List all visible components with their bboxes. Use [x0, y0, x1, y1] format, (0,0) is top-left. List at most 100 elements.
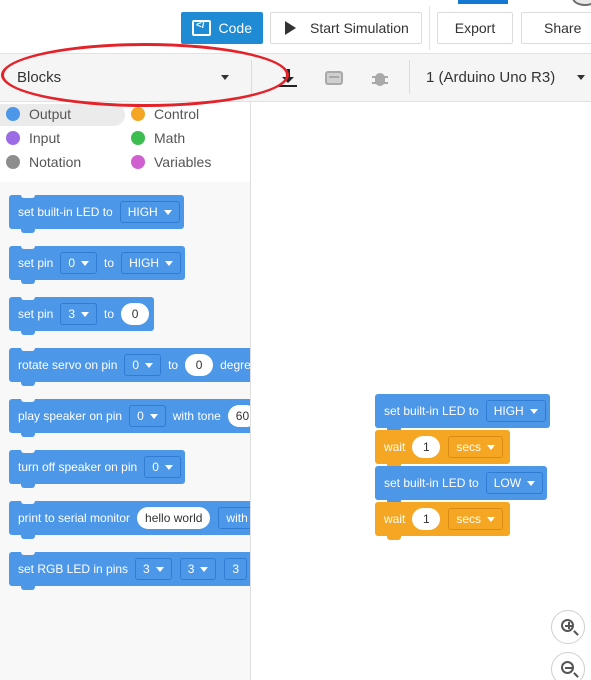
tinkercad-code-editor: Code Start Simulation Export Share Block… — [0, 0, 591, 680]
code-button[interactable]: Code — [181, 12, 263, 44]
message-input[interactable]: hello world — [137, 507, 211, 529]
share-button[interactable]: Share — [521, 12, 591, 44]
category-control[interactable]: Control — [131, 106, 199, 122]
block-turn-off-speaker[interactable]: turn off speaker on pin 0 — [9, 449, 185, 488]
led-state-dropdown[interactable]: HIGH — [485, 400, 546, 422]
script-wait-1[interactable]: wait 1 secs — [375, 430, 510, 468]
led-state-dropdown[interactable]: LOW — [485, 472, 544, 494]
value-input[interactable]: 0 — [121, 303, 150, 325]
wait-duration-input[interactable]: 1 — [412, 436, 441, 458]
debugger-bug-icon — [372, 69, 388, 87]
blocks-palette: Output Control Input Math Notation Varia… — [0, 102, 251, 680]
category-variables[interactable]: Variables — [131, 154, 211, 170]
code-canvas[interactable]: set built-in LED to HIGH wait 1 secs set… — [252, 102, 591, 680]
script-set-builtin-led-low[interactable]: set built-in LED to LOW — [375, 466, 547, 504]
block-label: print to serial monitor — [18, 511, 131, 525]
block-set-pin-analog[interactable]: set pin 3 to 0 — [9, 296, 154, 335]
debugger-button[interactable] — [365, 64, 395, 92]
toolbar-divider — [251, 60, 252, 94]
category-output[interactable]: Output — [6, 106, 71, 122]
editor-mode-value: Blocks — [17, 68, 62, 86]
blue-pin-dropdown[interactable]: 3 — [224, 558, 248, 580]
control-color-dot — [131, 107, 145, 121]
tone-input[interactable]: 60 — [227, 405, 250, 427]
pin-state-dropdown[interactable]: HIGH — [121, 252, 182, 274]
toolbar-divider — [409, 60, 410, 94]
chevron-down-icon — [529, 408, 538, 414]
pin-dropdown[interactable]: 0 — [129, 405, 166, 427]
toolbar-divider — [429, 6, 430, 50]
zoom-in-button[interactable] — [551, 610, 585, 644]
block-set-pin-digital[interactable]: set pin 0 to HIGH — [9, 245, 185, 284]
script-wait-2[interactable]: wait 1 secs — [375, 502, 510, 540]
block-label: to — [104, 307, 115, 321]
block-print-serial[interactable]: print to serial monitor hello world with — [9, 500, 250, 539]
block-label: wait — [384, 440, 406, 454]
block-label: set built-in LED to — [384, 476, 479, 490]
block-play-speaker[interactable]: play speaker on pin 0 with tone 60 — [9, 398, 250, 437]
newline-dropdown[interactable]: with — [218, 507, 250, 529]
dropdown-value: 0 — [132, 358, 140, 372]
block-set-rgb-led[interactable]: set RGB LED in pins 3 3 3 — [9, 551, 250, 590]
category-input[interactable]: Input — [6, 130, 60, 146]
block-label: set pin — [18, 256, 54, 270]
export-button[interactable]: Export — [437, 12, 513, 44]
code-editor-toolbar: Blocks 1 (Arduino Uno R3) — [0, 54, 591, 102]
dropdown-value: HIGH — [129, 256, 160, 270]
component-icon — [325, 71, 343, 85]
chevron-down-icon — [487, 516, 496, 522]
board-select-value: 1 (Arduino Uno R3) — [426, 68, 556, 86]
dropdown-value: 3 — [68, 307, 76, 321]
angle-input[interactable]: 0 — [185, 354, 214, 376]
code-icon — [192, 20, 211, 36]
dropdown-value: 3 — [187, 562, 195, 576]
editor-mode-dropdown[interactable]: Blocks — [5, 60, 245, 94]
pin-dropdown[interactable]: 0 — [144, 456, 181, 478]
dropdown-value: 3 — [232, 562, 240, 576]
block-label: set built-in LED to — [384, 404, 479, 418]
dropdown-value: 0 — [137, 409, 144, 423]
block-set-builtin-led[interactable]: set built-in LED to HIGH — [9, 194, 184, 233]
top-toolbar: Code Start Simulation Export Share — [0, 0, 591, 54]
category-label: Math — [154, 130, 186, 146]
block-rotate-servo[interactable]: rotate servo on pin 0 to 0 degre — [9, 347, 250, 386]
time-unit-dropdown[interactable]: secs — [448, 508, 504, 530]
block-label: turn off speaker on pin — [18, 460, 138, 474]
dropdown-value: 0 — [68, 256, 76, 270]
dropdown-value: HIGH — [127, 205, 158, 219]
dropdown-value: 3 — [143, 562, 150, 576]
start-simulation-button[interactable]: Start Simulation — [270, 12, 422, 44]
category-math[interactable]: Math — [131, 130, 185, 146]
chevron-down-icon — [527, 480, 536, 486]
category-label: Control — [154, 106, 200, 122]
block-label: set pin — [18, 307, 54, 321]
block-label: rotate servo on pin — [18, 358, 118, 372]
start-simulation-label: Start Simulation — [310, 20, 409, 36]
category-notation[interactable]: Notation — [6, 154, 81, 170]
red-pin-dropdown[interactable]: 3 — [135, 558, 172, 580]
dropdown-value: HIGH — [493, 404, 524, 418]
green-pin-dropdown[interactable]: 3 — [179, 558, 217, 580]
libraries-button[interactable] — [319, 64, 349, 92]
block-label: to — [104, 256, 115, 270]
pin-dropdown[interactable]: 3 — [60, 303, 98, 325]
play-icon — [285, 21, 296, 35]
block-label: set built-in LED to — [18, 205, 113, 219]
script-set-builtin-led-high[interactable]: set built-in LED to HIGH — [375, 394, 550, 432]
user-avatar[interactable] — [572, 0, 591, 6]
pin-dropdown[interactable]: 0 — [124, 354, 162, 376]
board-select-dropdown[interactable]: 1 (Arduino Uno R3) — [416, 60, 591, 94]
chevron-down-icon — [163, 209, 172, 215]
chevron-down-icon — [149, 413, 158, 419]
zoom-out-button[interactable] — [551, 652, 585, 680]
code-label: Code — [218, 20, 252, 36]
variables-color-dot — [131, 155, 145, 169]
category-label: Input — [29, 130, 61, 146]
led-state-dropdown[interactable]: HIGH — [119, 201, 180, 223]
wait-duration-input[interactable]: 1 — [412, 508, 441, 530]
category-label: Notation — [29, 154, 82, 170]
pin-dropdown[interactable]: 0 — [60, 252, 98, 274]
download-code-button[interactable] — [273, 64, 303, 92]
input-color-dot — [6, 131, 20, 145]
time-unit-dropdown[interactable]: secs — [448, 436, 504, 458]
